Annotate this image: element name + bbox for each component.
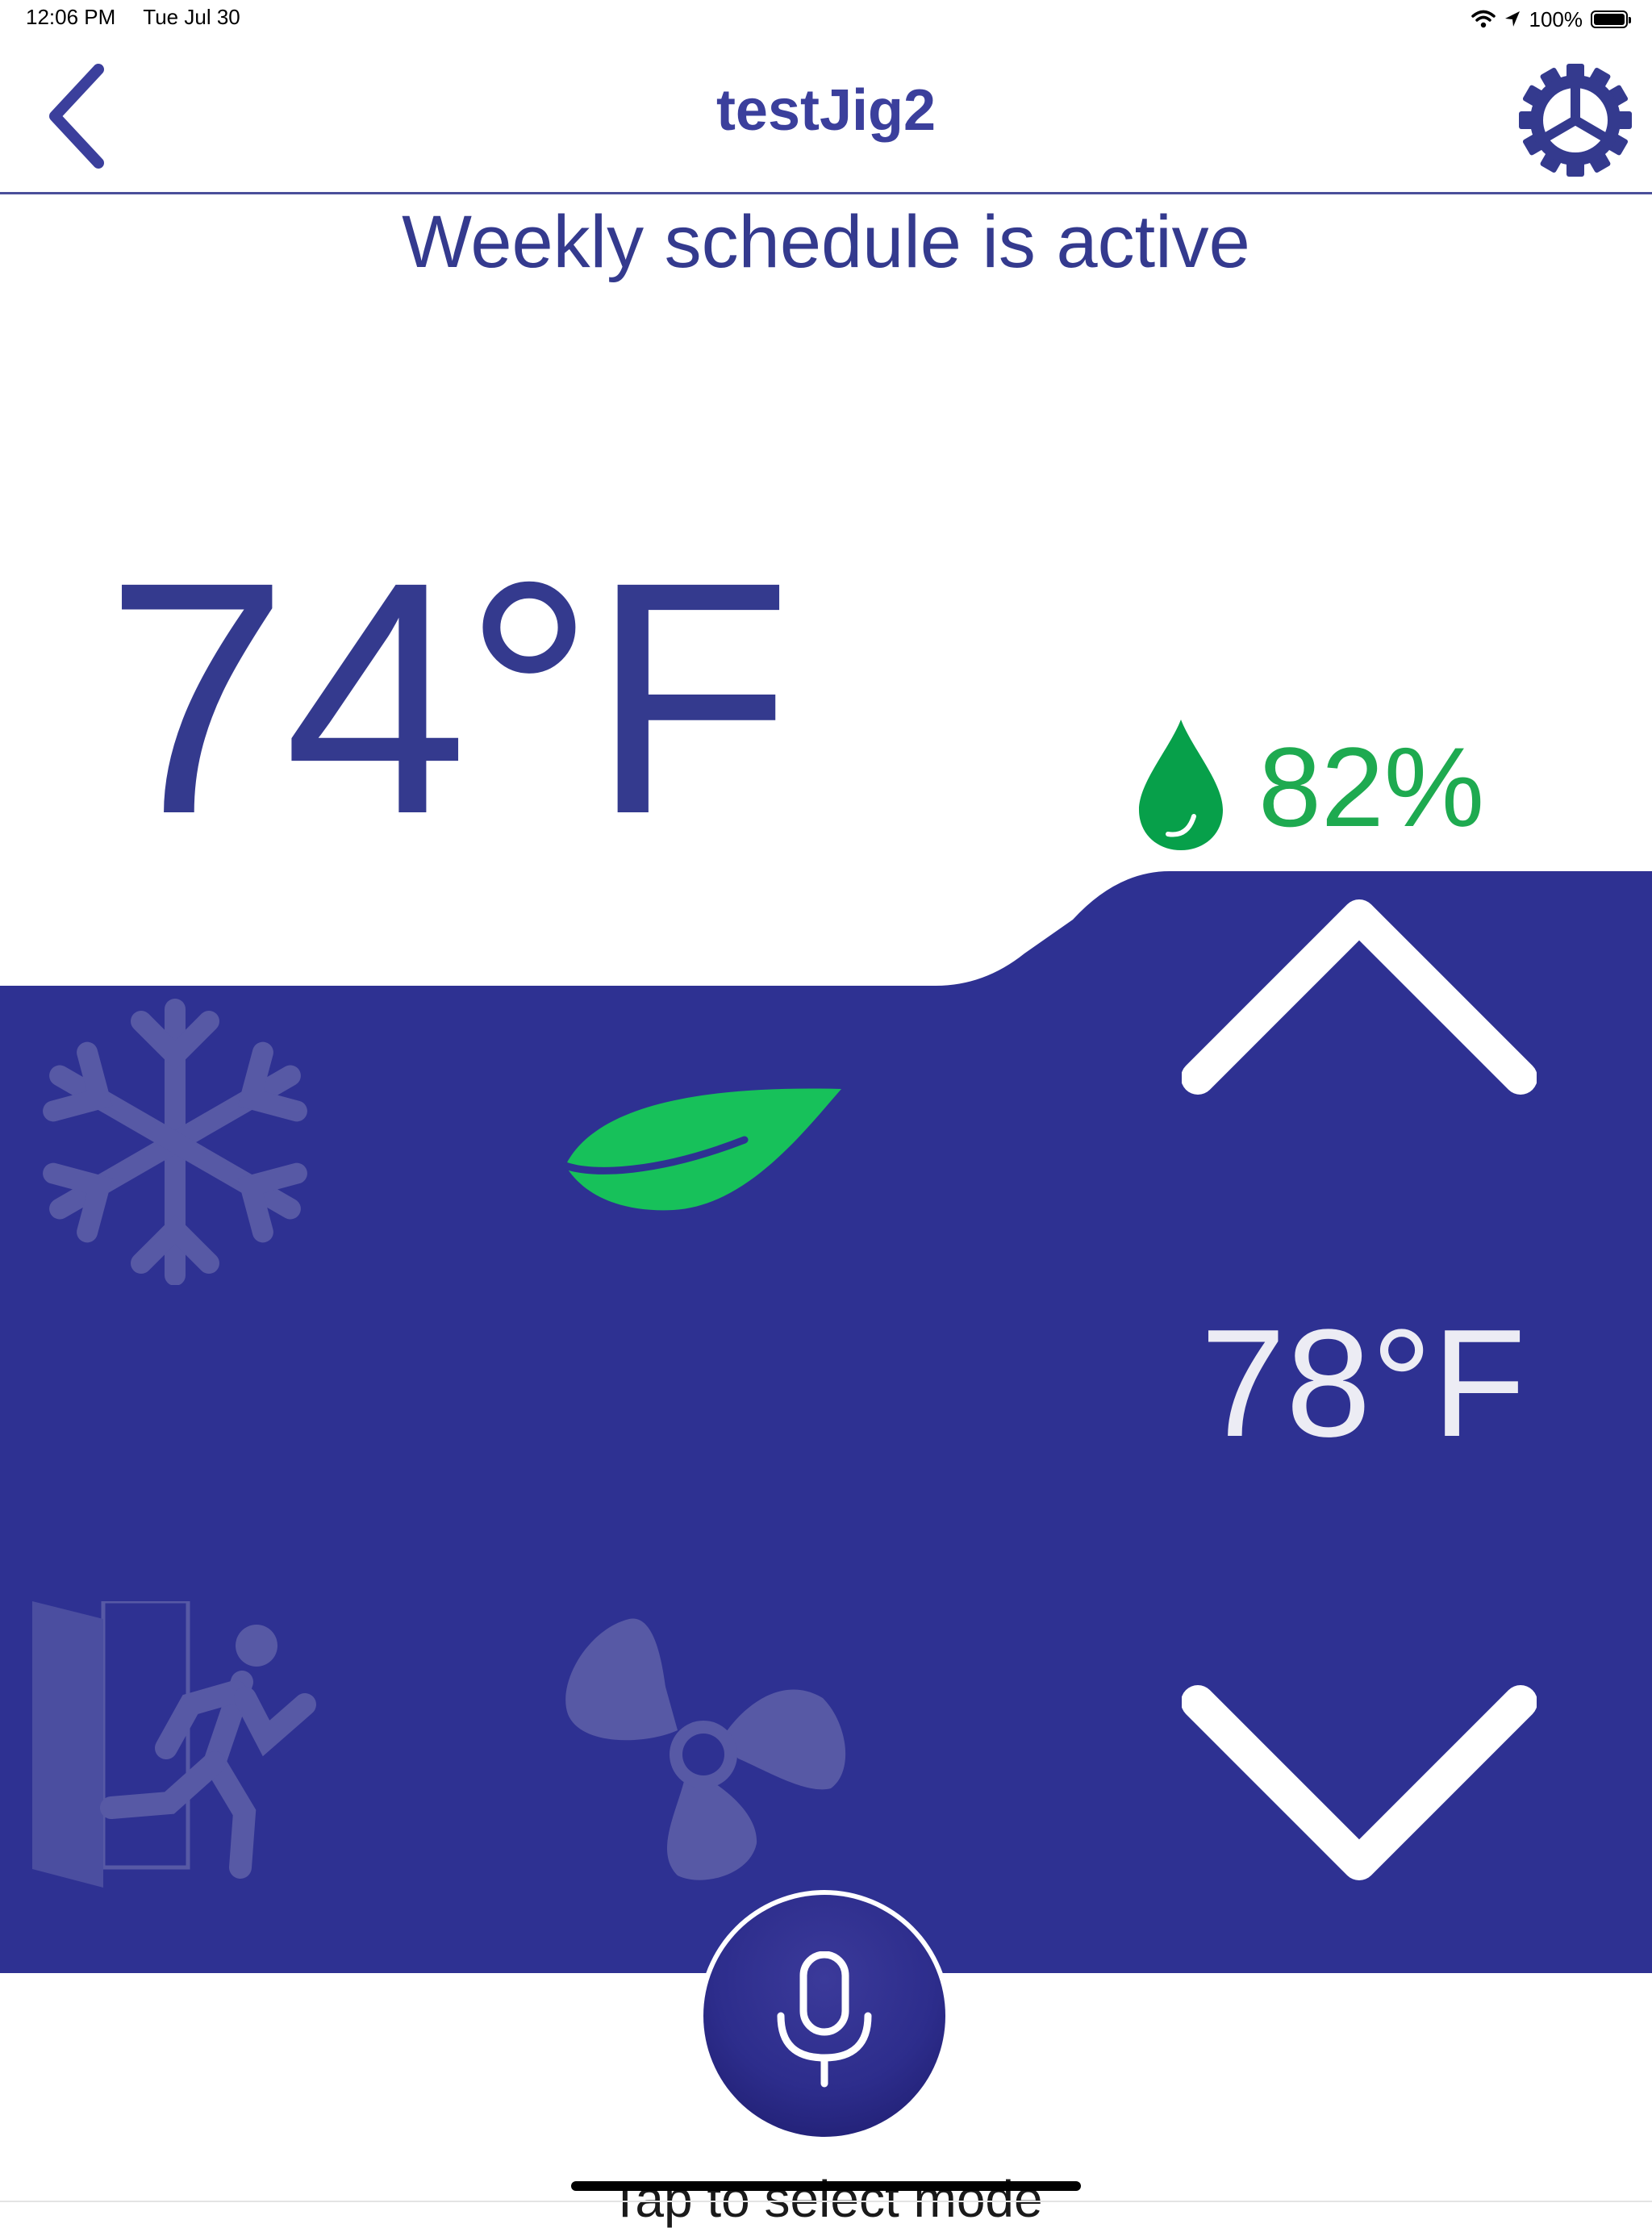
home-indicator[interactable]	[571, 2181, 1081, 2191]
bottom-divider	[0, 2201, 1652, 2202]
snowflake-icon	[43, 999, 307, 1286]
setpoint-temperature: 78°F	[1200, 1298, 1526, 1469]
voice-button-face	[703, 1895, 945, 2137]
increase-setpoint-button[interactable]	[1181, 895, 1537, 1105]
leaf-icon	[561, 1088, 841, 1211]
decrease-setpoint-button[interactable]	[1181, 1670, 1537, 1888]
mode-eco-button[interactable]	[561, 1085, 843, 1214]
chevron-down-icon	[1181, 1685, 1537, 1880]
mode-fan-button[interactable]	[557, 1609, 847, 1884]
chevron-up-icon	[1181, 899, 1537, 1095]
fan-icon	[565, 1618, 846, 1880]
exit-icon	[32, 1599, 316, 1888]
mode-cool-button[interactable]	[42, 999, 308, 1286]
microphone-icon	[777, 1951, 872, 2088]
voice-command-button[interactable]	[699, 1890, 950, 2142]
mode-away-button[interactable]	[31, 1599, 321, 1888]
